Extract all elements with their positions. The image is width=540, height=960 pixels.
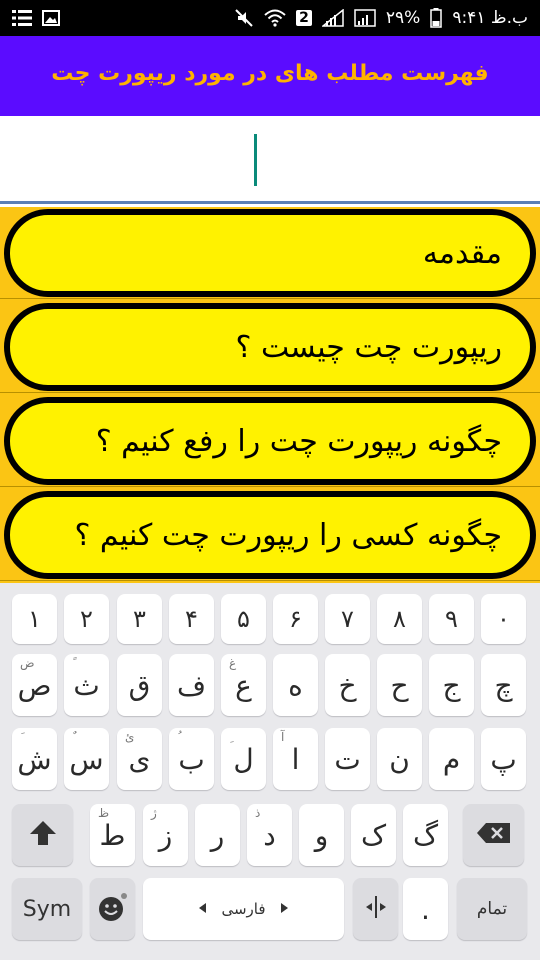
emoji-smiley-icon (97, 891, 129, 927)
key-digit[interactable]: ۶ (273, 594, 318, 644)
key-letter[interactable]: م (429, 728, 474, 790)
key-letter[interactable]: ت (325, 728, 370, 790)
key-letter[interactable]: ئی (117, 728, 162, 790)
key-digit[interactable]: ۷ (325, 594, 370, 644)
emoji-key[interactable] (90, 878, 135, 940)
cursor-move-key[interactable] (353, 878, 398, 940)
list-item[interactable]: مقدمه (0, 207, 540, 299)
space-key-label: فارسی (197, 900, 289, 918)
list-item-label: چگونه ریپورت چت را رفع کنیم ؟ (95, 423, 502, 459)
key-letter[interactable]: ُب (169, 728, 214, 790)
key-letter[interactable]: ق (117, 654, 162, 716)
key-digit[interactable]: ۸ (377, 594, 422, 644)
key-letter[interactable]: ظط (90, 804, 135, 866)
cursor-move-icon (362, 894, 390, 924)
list-item-pill[interactable]: چگونه ریپورت چت را رفع کنیم ؟ (4, 397, 536, 485)
key-letter[interactable]: ٌس (64, 728, 109, 790)
arrow-right-icon (280, 900, 290, 918)
key-letter[interactable]: َش (12, 728, 57, 790)
list-item[interactable]: چگونه کسی را ریپورت چت کنیم ؟ (0, 489, 540, 581)
key-letter[interactable]: ه (273, 654, 318, 716)
text-cursor (254, 134, 257, 186)
period-key[interactable]: . (403, 878, 448, 940)
wifi-icon (264, 9, 286, 27)
backspace-icon (476, 821, 512, 849)
key-letter[interactable]: ر (195, 804, 240, 866)
key-letter[interactable]: غع (221, 654, 266, 716)
signal-icon (321, 9, 344, 27)
key-letter[interactable]: ضص (12, 654, 57, 716)
key-digit[interactable]: ۵ (221, 594, 266, 644)
key-digit[interactable]: ۱ (12, 594, 57, 644)
key-letter[interactable]: ِل (221, 728, 266, 790)
key-digit[interactable]: ۴ (169, 594, 214, 644)
done-key[interactable]: تمام (457, 878, 527, 940)
sim-badge: 2 (296, 10, 312, 26)
key-letter[interactable]: و (299, 804, 344, 866)
key-letter[interactable]: گ (403, 804, 448, 866)
list-item-pill[interactable]: چگونه کسی را ریپورت چت کنیم ؟ (4, 491, 536, 579)
battery-icon (430, 8, 443, 28)
signal-2-icon (354, 9, 376, 27)
key-letter[interactable]: ک (351, 804, 396, 866)
key-digit[interactable]: ۹ (429, 594, 474, 644)
list-item-pill[interactable]: مقدمه (4, 209, 536, 297)
shift-key[interactable] (12, 804, 73, 866)
key-letter[interactable]: پ (481, 728, 526, 790)
title-bar: فهرست مطلب های در مورد ریپورت چت (0, 36, 540, 116)
status-time: ۹:۴۱ ب.ظ (452, 8, 528, 28)
key-letter[interactable]: ژز (143, 804, 188, 866)
key-letter[interactable]: ف (169, 654, 214, 716)
battery-percent: ۲۹% (385, 8, 421, 28)
backspace-key[interactable] (463, 804, 524, 866)
arrow-left-icon (197, 900, 207, 918)
key-letter[interactable]: ًث (64, 654, 109, 716)
status-bar: 2 ۲۹% ۹:۴۱ ب.ظ (0, 0, 540, 36)
key-letter[interactable]: آا (273, 728, 318, 790)
key-letter[interactable]: خ (325, 654, 370, 716)
list-item-label: چگونه کسی را ریپورت چت کنیم ؟ (74, 517, 502, 553)
image-icon (42, 10, 60, 26)
search-input[interactable] (0, 116, 540, 201)
search-area (0, 116, 540, 204)
list-item-pill[interactable]: ریپورت چت چیست ؟ (4, 303, 536, 391)
on-screen-keyboard: ۱ ۲ ۳ ۴ ۵ ۶ ۷ ۸ ۹ ۰ ضص ًث ق ف غع ه خ ح ج… (0, 583, 540, 960)
list-item-label: ریپورت چت چیست ؟ (235, 329, 502, 365)
key-letter[interactable]: ذد (247, 804, 292, 866)
topic-list: مقدمه ریپورت چت چیست ؟ چگونه ریپورت چت ر… (0, 207, 540, 583)
shift-arrow-icon (28, 818, 58, 852)
space-key[interactable]: فارسی (143, 878, 344, 940)
list-item[interactable]: ریپورت چت چیست ؟ (0, 301, 540, 393)
key-letter[interactable]: ن (377, 728, 422, 790)
status-left-icons (12, 9, 60, 27)
page-title: فهرست مطلب های در مورد ریپورت چت (51, 60, 489, 86)
key-letter[interactable]: ح (377, 654, 422, 716)
key-letter[interactable]: چ (481, 654, 526, 716)
list-item[interactable]: چگونه ریپورت چت را رفع کنیم ؟ (0, 395, 540, 487)
mute-icon (234, 8, 254, 28)
menu-grid-icon (12, 9, 32, 27)
sym-key[interactable]: Sym (12, 878, 82, 940)
key-letter[interactable]: ج (429, 654, 474, 716)
key-digit[interactable]: ۰ (481, 594, 526, 644)
key-digit[interactable]: ۲ (64, 594, 109, 644)
key-digit[interactable]: ۳ (117, 594, 162, 644)
list-item-label: مقدمه (422, 235, 502, 271)
status-right-icons: 2 ۲۹% ۹:۴۱ ب.ظ (234, 8, 528, 28)
